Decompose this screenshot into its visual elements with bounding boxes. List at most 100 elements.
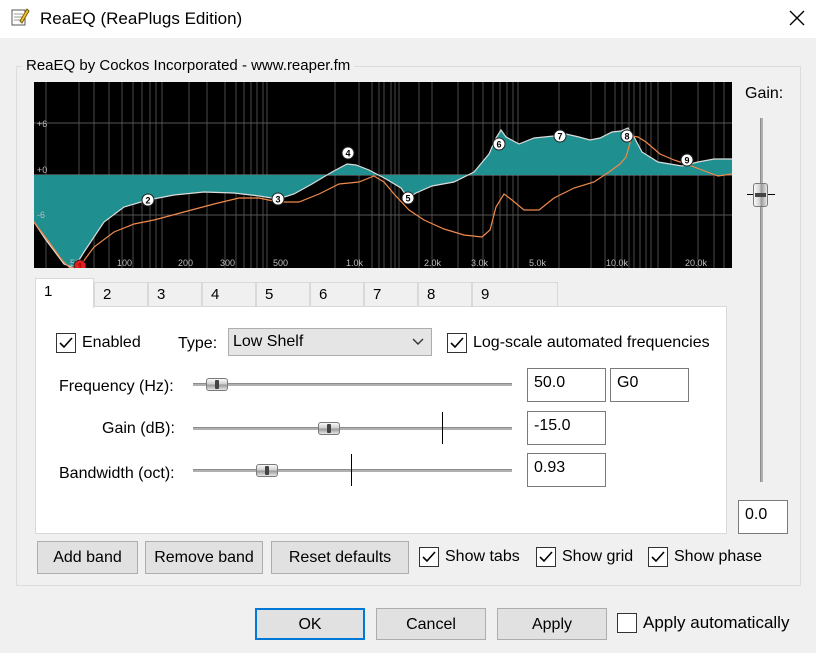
- logscale-label: Log-scale automated frequencies: [473, 334, 710, 351]
- add-band-button[interactable]: Add band: [37, 541, 138, 574]
- band-node-3: 3: [271, 192, 285, 206]
- notepad-pencil-icon: [10, 7, 30, 27]
- band-node-2: 2: [141, 193, 155, 207]
- frequency-input[interactable]: 50.0: [527, 368, 606, 402]
- frequency-tick-label: 10.0k: [606, 258, 629, 268]
- enabled-checkbox[interactable]: Enabled: [56, 333, 141, 353]
- frequency-tick-label: 1.0k: [346, 258, 364, 268]
- checkmark-icon: [450, 337, 464, 349]
- eq-graph-canvas: +6+0-6 501002003005001.0k2.0k3.0k5.0k10.…: [34, 82, 732, 268]
- frequency-tick-label: 200: [178, 258, 193, 268]
- band-node-8: 8: [620, 129, 634, 143]
- show-tabs-checkbox-box[interactable]: [419, 547, 439, 567]
- band-node-7: 7: [553, 129, 567, 143]
- show-phase-checkbox-box[interactable]: [648, 547, 668, 567]
- eq-graph[interactable]: +6+0-6 501002003005001.0k2.0k3.0k5.0k10.…: [34, 82, 732, 268]
- frequency-tick-label: 500: [273, 258, 288, 268]
- apply-button[interactable]: Apply: [497, 608, 607, 640]
- frequency-tick-label: 3.0k: [471, 258, 489, 268]
- checkmark-icon: [59, 337, 73, 349]
- checkmark-icon: [651, 551, 665, 563]
- svg-text:2: 2: [145, 196, 150, 206]
- svg-text:4: 4: [345, 149, 350, 159]
- frequency-tick-label: 2.0k: [424, 258, 442, 268]
- frequency-label: Frequency (Hz):: [59, 378, 174, 395]
- gain-slider-thumb[interactable]: [318, 422, 340, 435]
- bandwidth-slider-track[interactable]: [193, 469, 512, 472]
- close-icon: [789, 10, 805, 26]
- frequency-tick-label: 5.0k: [529, 258, 547, 268]
- frequency-tick-label: 20.0k: [685, 258, 708, 268]
- show-grid-label: Show grid: [562, 548, 634, 565]
- svg-text:5: 5: [405, 194, 410, 204]
- show-phase-checkbox[interactable]: Show phase: [648, 547, 762, 567]
- apply-automatically-checkbox-box[interactable]: [617, 613, 637, 633]
- plugin-group-title: ReaEQ by Cockos Incorporated - www.reape…: [22, 57, 355, 74]
- svg-text:9: 9: [684, 156, 689, 166]
- db-label: +6: [37, 119, 47, 129]
- apply-automatically-checkbox[interactable]: Apply automatically: [617, 613, 789, 633]
- tab-band-7[interactable]: 7: [364, 282, 418, 307]
- checkmark-icon: [422, 551, 436, 563]
- enabled-checkbox-box[interactable]: [56, 333, 76, 353]
- tab-band-1[interactable]: 1: [35, 278, 94, 308]
- bandwidth-label: Bandwidth (oct):: [59, 465, 175, 482]
- type-select-value: Low Shelf: [233, 333, 304, 350]
- frequency-tick-label: 300: [220, 258, 235, 268]
- output-gain-slider-thumb[interactable]: [753, 183, 768, 207]
- type-select[interactable]: Low Shelf: [228, 328, 432, 356]
- enabled-label: Enabled: [82, 334, 141, 351]
- frequency-tick-label: 100: [117, 258, 132, 268]
- gain-input[interactable]: -15.0: [527, 411, 606, 445]
- title-bar: ReaEQ (ReaPlugs Edition): [0, 0, 816, 38]
- output-gain-label: Gain:: [745, 85, 784, 102]
- gain-slider-track[interactable]: [193, 427, 512, 430]
- eq-response-fill: [34, 128, 732, 268]
- reset-defaults-button[interactable]: Reset defaults: [271, 541, 409, 574]
- show-phase-label: Show phase: [674, 548, 763, 565]
- tab-band-8[interactable]: 8: [418, 282, 472, 307]
- band-node-9: 9: [680, 153, 694, 167]
- tab-band-3[interactable]: 3: [148, 282, 202, 307]
- close-button[interactable]: [780, 3, 814, 33]
- band-node-6: 6: [492, 137, 506, 151]
- band-node-5: 5: [401, 191, 415, 205]
- svg-text:6: 6: [496, 140, 501, 150]
- output-gain-slider-track[interactable]: [760, 118, 763, 482]
- ok-button[interactable]: OK: [255, 608, 365, 640]
- chevron-down-icon: [411, 335, 425, 354]
- output-gain-input[interactable]: 0.0: [738, 500, 788, 534]
- svg-text:3: 3: [275, 195, 280, 205]
- svg-text:7: 7: [557, 132, 562, 142]
- show-tabs-checkbox[interactable]: Show tabs: [419, 547, 520, 567]
- svg-text:1: 1: [77, 262, 82, 269]
- frequency-slider-track[interactable]: [193, 383, 512, 386]
- tab-band-2[interactable]: 2: [94, 282, 148, 307]
- window-title: ReaEQ (ReaPlugs Edition): [40, 9, 243, 28]
- show-grid-checkbox[interactable]: Show grid: [536, 547, 633, 567]
- type-label: Type:: [178, 335, 218, 352]
- db-label: +0: [37, 165, 47, 175]
- gain-label: Gain (dB):: [102, 420, 175, 437]
- frequency-slider-thumb[interactable]: [206, 378, 228, 391]
- tab-band-6[interactable]: 6: [310, 282, 364, 307]
- logscale-checkbox[interactable]: Log-scale automated frequencies: [447, 333, 710, 353]
- frequency-note-input[interactable]: G0: [610, 368, 689, 402]
- svg-text:8: 8: [624, 132, 629, 142]
- cancel-button[interactable]: Cancel: [376, 608, 486, 640]
- bandwidth-input[interactable]: 0.93: [527, 453, 606, 487]
- remove-band-button[interactable]: Remove band: [145, 541, 263, 574]
- logscale-checkbox-box[interactable]: [447, 333, 467, 353]
- tab-band-4[interactable]: 4: [202, 282, 256, 307]
- tab-band-9[interactable]: 9: [472, 282, 558, 307]
- bandwidth-slider-default-tick: [351, 454, 352, 486]
- show-tabs-label: Show tabs: [445, 548, 520, 565]
- show-grid-checkbox-box[interactable]: [536, 547, 556, 567]
- gain-slider-default-tick: [442, 412, 443, 444]
- apply-automatically-label: Apply automatically: [643, 613, 790, 632]
- tab-band-5[interactable]: 5: [256, 282, 310, 307]
- checkmark-icon: [539, 551, 553, 563]
- db-label: -6: [37, 210, 45, 220]
- bandwidth-slider-thumb[interactable]: [256, 464, 278, 477]
- band-node-1: 1: [73, 259, 87, 269]
